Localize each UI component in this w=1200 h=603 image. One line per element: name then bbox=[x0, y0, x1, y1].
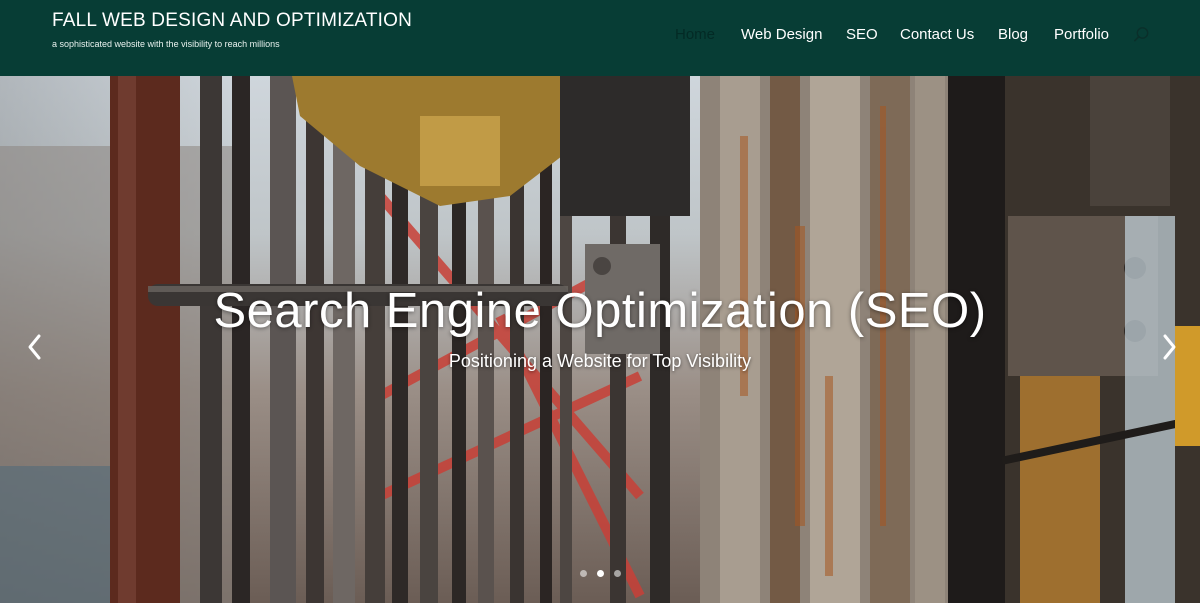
nav-home[interactable]: Home bbox=[675, 26, 715, 43]
main-nav: Home Web Design SEO Contact Us Blog Port… bbox=[0, 26, 1200, 46]
hero-background-image bbox=[0, 76, 1200, 603]
slide-dot-1[interactable] bbox=[580, 570, 587, 577]
nav-contact-us[interactable]: Contact Us bbox=[900, 26, 974, 43]
hero-subtitle: Positioning a Website for Top Visibility bbox=[448, 351, 752, 371]
hero-slider: Search Engine Optimization (SEO) Positio… bbox=[0, 76, 1200, 603]
site-header: FALL WEB DESIGN AND OPTIMIZATION a sophi… bbox=[0, 0, 1200, 76]
chevron-right-icon[interactable] bbox=[1156, 330, 1182, 364]
nav-web-design[interactable]: Web Design bbox=[741, 26, 822, 43]
nav-blog[interactable]: Blog bbox=[998, 26, 1028, 43]
hero-title: Search Engine Optimization (SEO) bbox=[213, 284, 987, 338]
chevron-left-icon[interactable] bbox=[22, 330, 48, 364]
nav-portfolio[interactable]: Portfolio bbox=[1054, 26, 1109, 43]
search-icon[interactable] bbox=[1132, 26, 1150, 44]
nav-seo[interactable]: SEO bbox=[846, 26, 878, 43]
slide-dot-3[interactable] bbox=[614, 570, 621, 577]
slider-pagination bbox=[0, 570, 1200, 582]
slide-dot-2[interactable] bbox=[597, 570, 604, 577]
